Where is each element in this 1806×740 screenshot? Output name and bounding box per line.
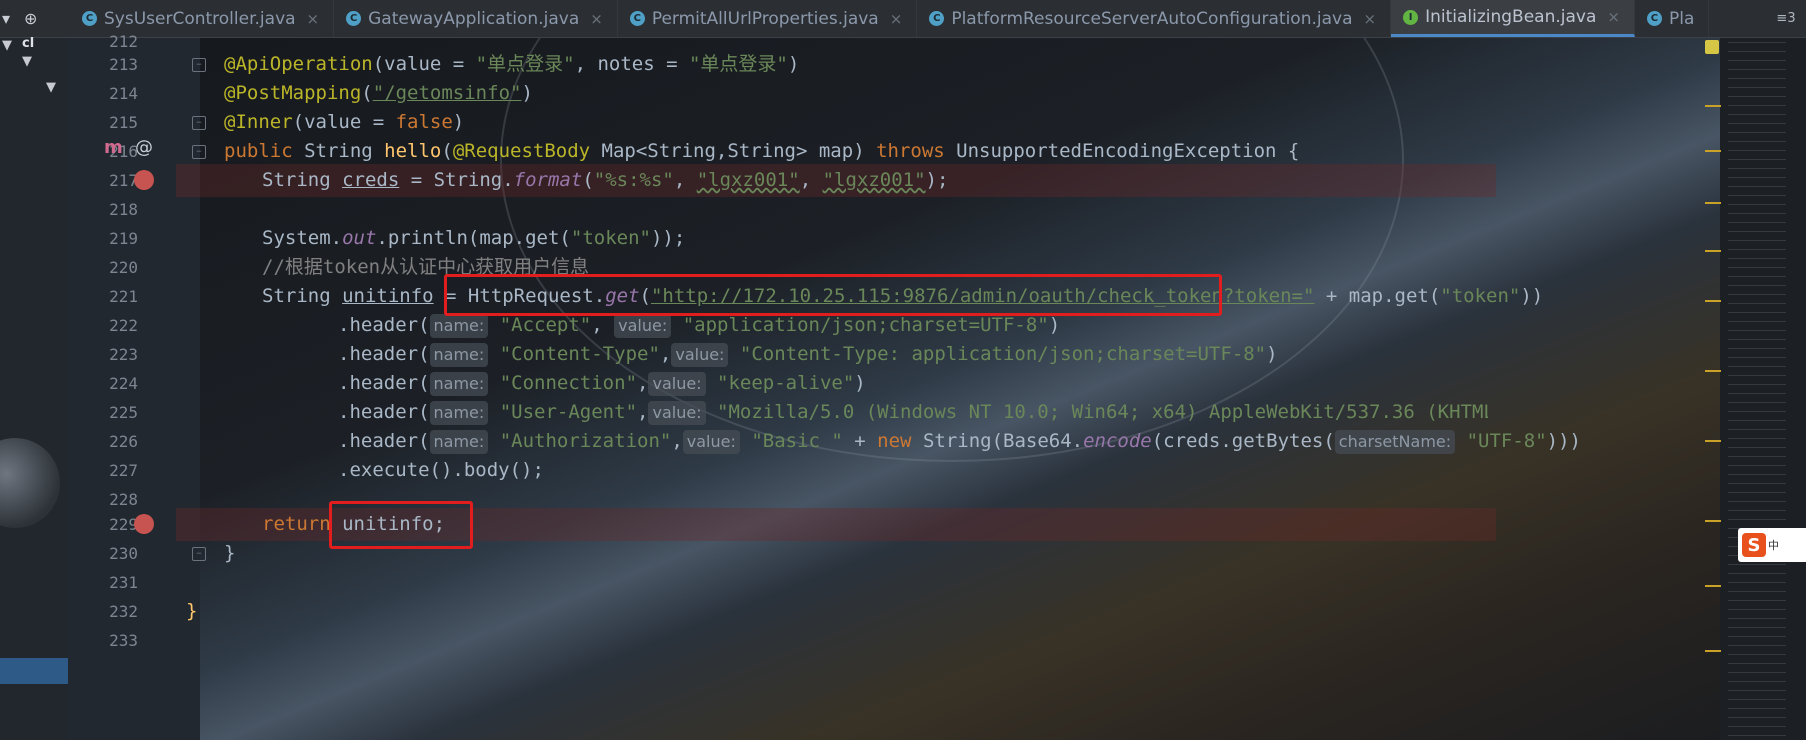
close-icon[interactable]: × xyxy=(1607,8,1620,26)
fold-marker-icon[interactable]: − xyxy=(192,116,206,130)
error-stripe-mark[interactable] xyxy=(1705,202,1721,204)
error-stripe-mark[interactable] xyxy=(1705,370,1721,372)
dropdown-arrow-icon[interactable]: ▾ xyxy=(2,9,10,28)
sogou-ime-toolbar[interactable]: S 中 xyxy=(1738,528,1806,562)
class-icon: C xyxy=(82,11,97,26)
class-icon: C xyxy=(629,11,645,26)
code-line-217[interactable]: String creds = String.format("%s:%s", "l… xyxy=(262,164,1782,197)
chevron-down-icon[interactable]: ▼ xyxy=(22,54,32,69)
breakpoint-icon[interactable] xyxy=(134,170,154,190)
chevron-down-icon[interactable]: ▼ xyxy=(2,38,12,53)
editor-tab-bar: ▾ ⊕ C SysUserController.java × C Gateway… xyxy=(0,0,1806,38)
tab-label: Pla xyxy=(1668,8,1695,29)
tab-platformresourceserver[interactable]: C PlatformResourceServerAutoConfiguratio… xyxy=(917,0,1392,37)
line-number: 233 xyxy=(109,631,138,650)
class-icon: C xyxy=(1646,11,1662,26)
annotation-icon[interactable]: @ xyxy=(135,137,153,158)
class-icon: C xyxy=(929,11,945,26)
locate-target-icon[interactable]: ⊕ xyxy=(24,9,37,28)
close-icon[interactable]: × xyxy=(590,10,603,28)
tab-overflow-count: 3 xyxy=(1787,11,1796,26)
background-planet-image xyxy=(0,438,60,528)
error-stripe-mark[interactable] xyxy=(1705,585,1721,587)
breakpoint-icon[interactable] xyxy=(134,514,154,534)
interface-icon: I xyxy=(1403,9,1419,25)
fold-marker-icon[interactable]: − xyxy=(192,547,206,561)
class-icon: C xyxy=(346,11,362,26)
error-stripe-mark[interactable] xyxy=(1705,250,1721,252)
code-line-232[interactable]: } xyxy=(186,595,1706,628)
tab-label: GatewayApplication.java xyxy=(368,8,580,29)
highlight-box-url xyxy=(444,274,1222,316)
close-icon[interactable]: × xyxy=(1364,10,1377,28)
warning-indicator-icon[interactable] xyxy=(1705,40,1719,54)
toolwindow-controls: ▾ ⊕ xyxy=(0,0,70,37)
tab-pla[interactable]: C Pla xyxy=(1635,0,1710,37)
fold-marker-icon[interactable]: − xyxy=(192,145,206,159)
chevron-down-icon[interactable]: ▼ xyxy=(46,80,56,95)
code-line-227[interactable]: .execute().body(); xyxy=(338,454,1806,487)
highlight-box-return xyxy=(329,501,473,549)
error-stripe-mark[interactable] xyxy=(1705,300,1721,302)
close-icon[interactable]: × xyxy=(307,10,320,28)
project-panel-strip: ▼ cl ▼ ▼ xyxy=(0,36,68,740)
ime-mode-label[interactable]: 中 xyxy=(1768,537,1779,553)
tab-label: PermitAllUrlProperties.java xyxy=(651,8,879,29)
tab-gatewayapplication[interactable]: C GatewayApplication.java × xyxy=(334,0,618,37)
error-stripe-mark[interactable] xyxy=(1705,520,1721,522)
error-stripe-mark[interactable] xyxy=(1705,150,1721,152)
sogou-logo-icon: S xyxy=(1742,533,1766,557)
fold-marker-icon[interactable]: − xyxy=(192,58,206,72)
implementation-icon[interactable]: m xyxy=(104,137,123,158)
tab-permitallurlproperties[interactable]: C PermitAllUrlProperties.java × xyxy=(618,0,918,37)
tab-label: PlatformResourceServerAutoConfiguration.… xyxy=(951,8,1353,29)
error-stripe-mark[interactable] xyxy=(1705,440,1721,442)
close-icon[interactable]: × xyxy=(890,10,903,28)
project-tree-label[interactable]: cl xyxy=(22,36,34,51)
tab-initializingbean[interactable]: I InitializingBean.java × xyxy=(1391,0,1635,37)
error-stripe-mark[interactable] xyxy=(1705,650,1721,652)
tab-overflow-button[interactable]: ≡ 3 xyxy=(1766,0,1806,37)
selected-tree-node[interactable] xyxy=(0,658,68,684)
tab-label: InitializingBean.java xyxy=(1425,7,1597,27)
error-stripe-mark[interactable] xyxy=(1705,105,1721,107)
minimap[interactable] xyxy=(1728,38,1786,740)
